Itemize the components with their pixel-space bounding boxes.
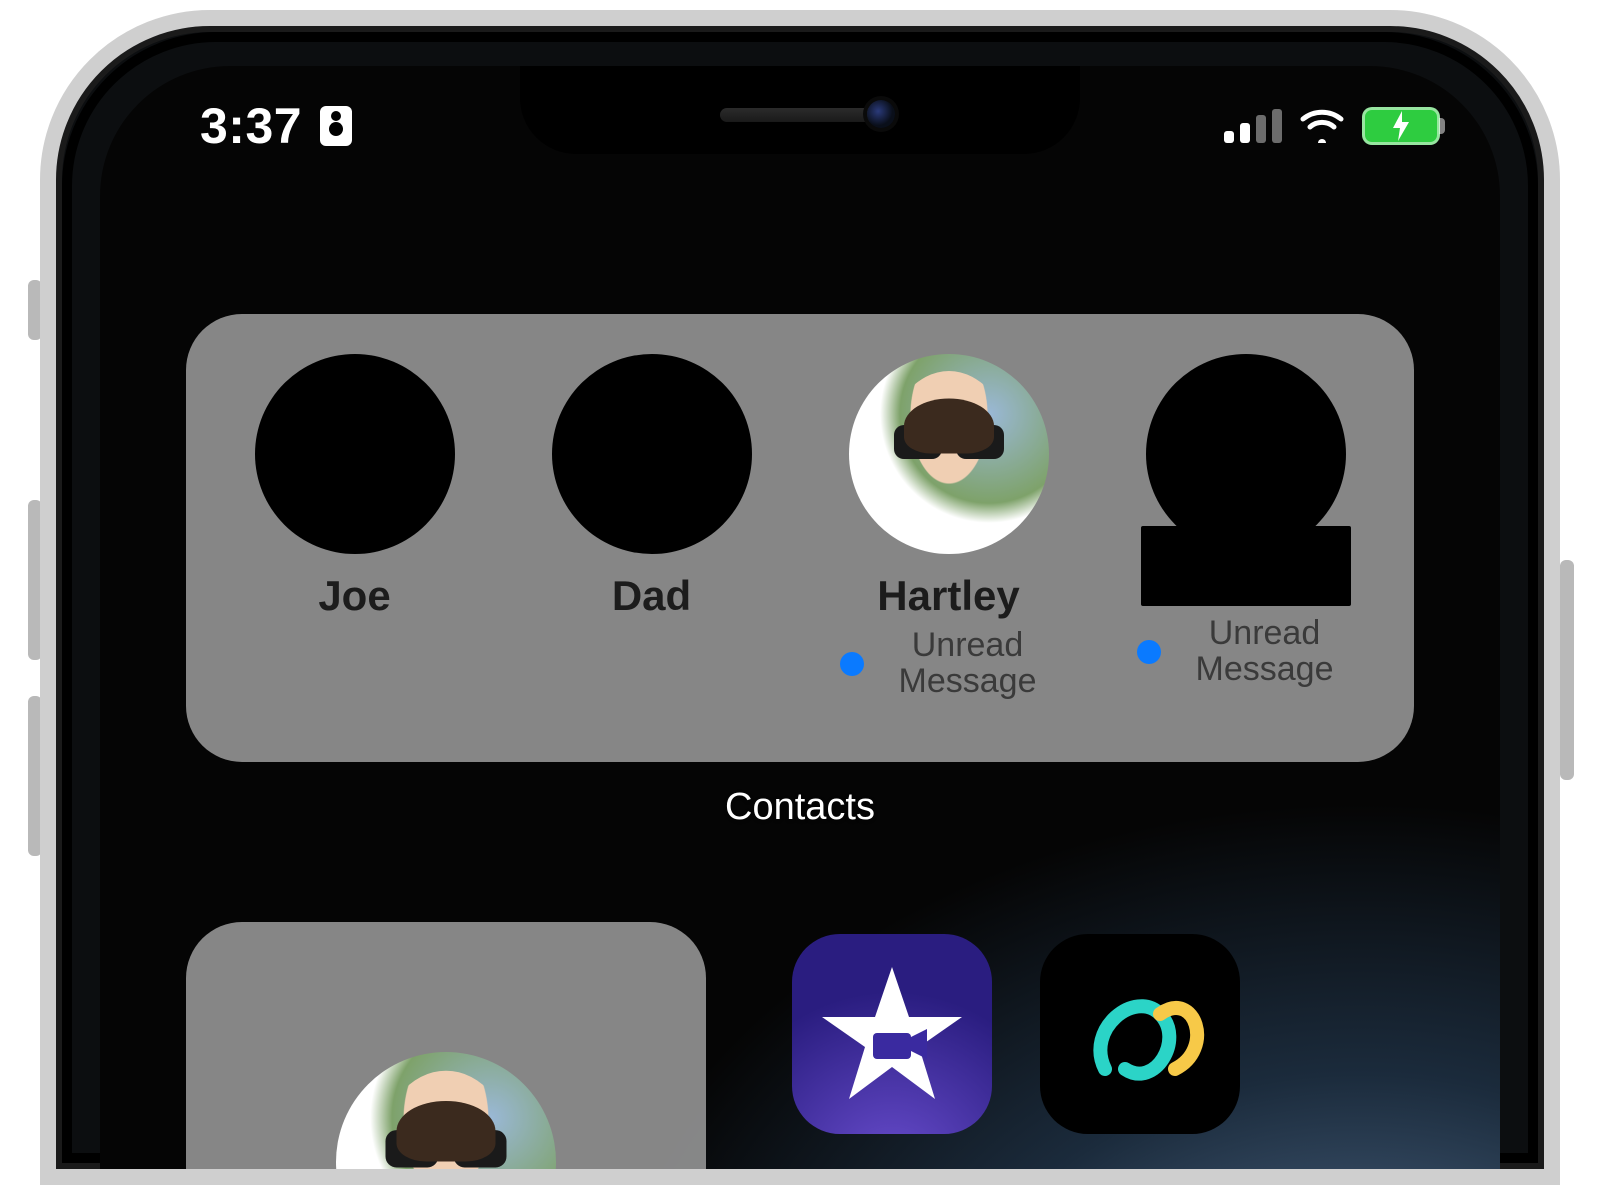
app-icon-generic[interactable] (1040, 934, 1240, 1134)
sunglasses-icon (894, 425, 1004, 459)
unread-dot-icon (1137, 640, 1161, 664)
redacted-contact (1141, 354, 1351, 610)
contact-avatar (1146, 354, 1346, 554)
phone-screen: 3:37 (100, 66, 1500, 1169)
app-icon-imovie[interactable] (792, 934, 992, 1134)
contact-item[interactable]: Unread Message (1131, 354, 1361, 732)
unread-dot-icon (840, 652, 864, 676)
cellular-signal-icon (1224, 109, 1282, 143)
front-camera (867, 100, 895, 128)
contact-item[interactable]: Dad (537, 354, 767, 732)
sim-indicator-icon (320, 106, 352, 146)
unread-indicator: Unread Message (840, 628, 1058, 699)
contact-avatar (552, 354, 752, 554)
sunglasses-icon (386, 1130, 507, 1167)
charging-bolt-icon (1391, 111, 1411, 141)
contact-name: Dad (612, 572, 691, 620)
widget-label: Contacts (100, 786, 1500, 829)
notch (520, 66, 1080, 154)
contact-item[interactable]: Hartley Unread Message (834, 354, 1064, 732)
contact-name: Hartley (877, 572, 1019, 620)
contacts-widget[interactable]: Joe Dad Hartley Unread Message (186, 314, 1414, 762)
phone-frame: 3:37 (40, 10, 1560, 1185)
secondary-widget[interactable] (186, 922, 706, 1169)
power-button (1560, 560, 1574, 780)
unread-label: Unread Message (1175, 616, 1355, 687)
contact-avatar (255, 354, 455, 554)
unread-label: Unread Message (878, 628, 1058, 699)
speaker-grille (720, 108, 880, 122)
contact-name: Joe (318, 572, 390, 620)
battery-icon (1362, 107, 1440, 145)
wifi-icon (1300, 109, 1344, 143)
contact-avatar (336, 1052, 556, 1169)
contact-avatar (849, 354, 1049, 554)
contact-item[interactable]: Joe (240, 354, 470, 732)
status-time: 3:37 (200, 97, 302, 155)
star-icon (817, 959, 967, 1109)
loop-icon (1065, 959, 1215, 1109)
redaction-bar (1141, 526, 1351, 606)
unread-indicator: Unread Message (1137, 616, 1355, 687)
